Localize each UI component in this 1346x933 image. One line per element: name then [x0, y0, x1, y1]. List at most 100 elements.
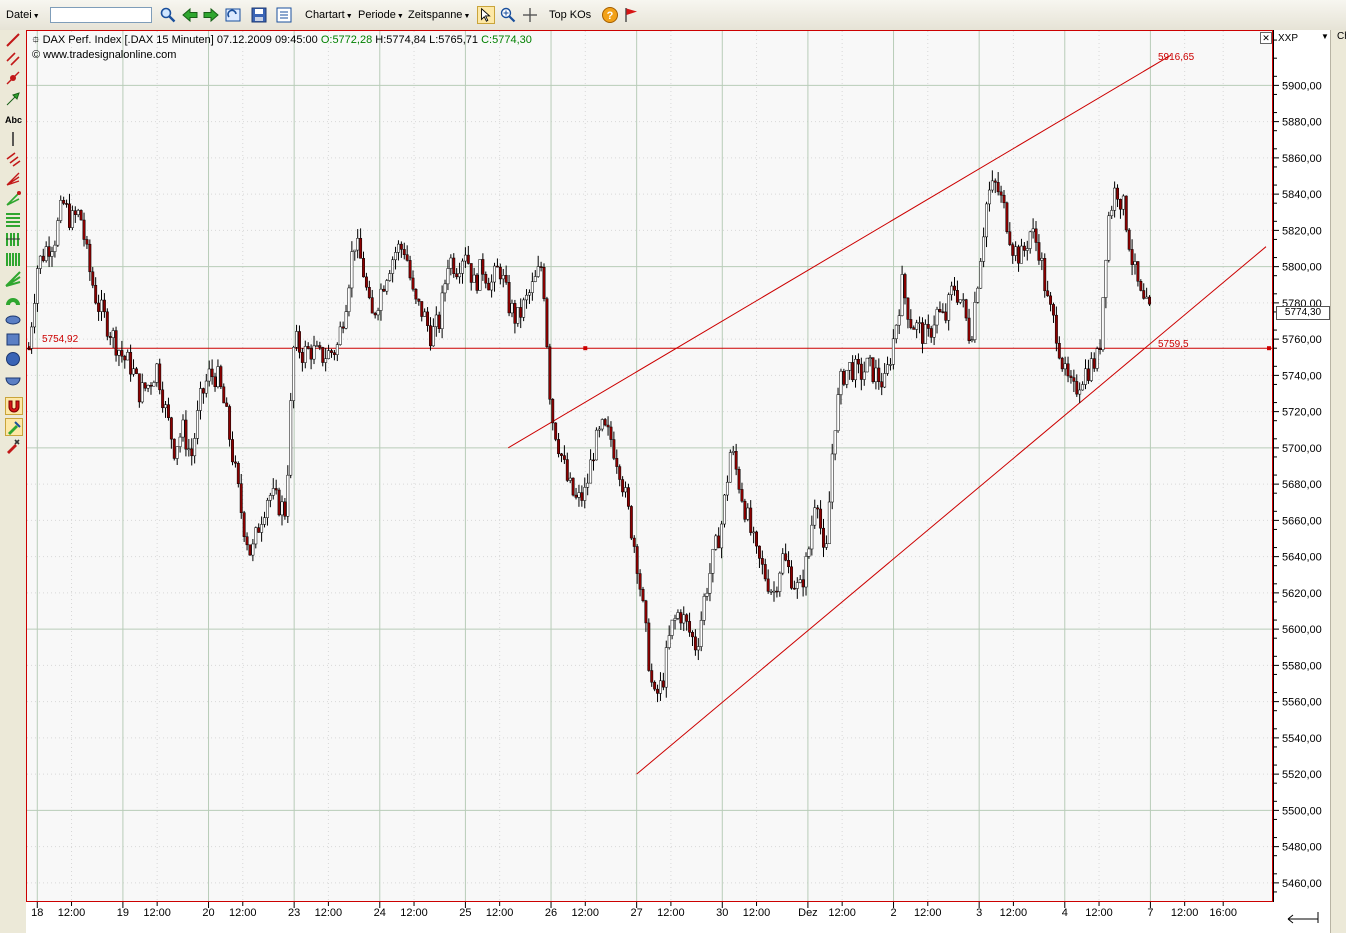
candle [516, 307, 520, 327]
half-circle-tool-icon[interactable] [5, 371, 21, 387]
candle [580, 485, 584, 507]
line-tool-icon[interactable] [5, 32, 21, 48]
candle [344, 304, 348, 330]
flag-icon[interactable] [622, 6, 640, 24]
line-handle[interactable] [1267, 346, 1271, 351]
candle [312, 335, 316, 365]
candle [228, 404, 232, 447]
top-kos-button[interactable]: Top KOs [549, 6, 591, 24]
zoom-in-icon[interactable] [499, 6, 517, 24]
candle [132, 359, 135, 377]
file-menu[interactable]: Datei▼ [6, 6, 40, 24]
gann-tool-icon[interactable] [5, 191, 21, 207]
candle [1130, 239, 1134, 276]
candle [530, 272, 534, 301]
candle [350, 241, 354, 298]
y-tick-label: 5520,00 [1282, 769, 1322, 781]
rectangle-tool-icon[interactable] [5, 331, 21, 347]
parallel-lines-tool-icon[interactable] [5, 51, 21, 67]
candle [1060, 356, 1064, 372]
candle [868, 354, 872, 367]
arc-tool-icon[interactable] [5, 291, 21, 307]
candle [533, 270, 537, 283]
cursor-icon[interactable] [477, 6, 495, 24]
period-menu[interactable]: Periode▼ [358, 6, 404, 24]
x-tick-label: 16:00 [1209, 907, 1237, 919]
y-tick-label: 5540,00 [1282, 733, 1322, 745]
candle [708, 563, 712, 602]
y-tick-label: 5900,00 [1282, 80, 1322, 92]
high-value: H:5774,84 [375, 34, 427, 46]
candle [123, 354, 127, 369]
candle [443, 279, 447, 302]
y-tick-label: 5840,00 [1282, 189, 1322, 201]
candles [27, 170, 1152, 703]
forward-arrow-icon[interactable] [202, 6, 220, 24]
candle [298, 325, 301, 359]
chart-type-menu[interactable]: Chartart▼ [305, 6, 353, 24]
lower-trend-line[interactable] [636, 246, 1267, 775]
fibonacci-tool-icon[interactable] [5, 211, 21, 227]
x-tick-label: 12:00 [743, 907, 771, 919]
circle-tool-icon[interactable] [5, 351, 21, 367]
save-icon[interactable] [250, 6, 268, 24]
price-chart[interactable] [27, 31, 1272, 901]
timespan-menu[interactable]: Zeitspanne▼ [408, 6, 470, 24]
right-panel-label: Ch [1337, 31, 1346, 42]
arrow-tool-icon[interactable] [5, 91, 21, 107]
fibonacci-fan-tool-icon[interactable] [5, 271, 21, 287]
magnet-icon[interactable] [5, 397, 23, 415]
candle [91, 267, 95, 289]
candle [1133, 253, 1137, 275]
candle [27, 342, 31, 350]
candle [1017, 244, 1020, 272]
time-axis[interactable]: 18 12:00 19 12:00 20 12:00 23 12:00 24 12:00 25 12:… [26, 902, 1330, 933]
line-handle[interactable] [583, 346, 588, 351]
candle [102, 293, 106, 318]
candle [501, 268, 505, 288]
draw-mode-icon[interactable] [5, 418, 23, 436]
vertical-line-tool-icon[interactable] [5, 131, 21, 147]
candle [731, 445, 735, 456]
candle [763, 558, 767, 582]
help-icon[interactable]: ? [601, 6, 619, 24]
candle [548, 343, 552, 405]
fibonacci-bars-tool-icon[interactable] [5, 251, 21, 267]
candle [321, 346, 325, 367]
candle [737, 466, 741, 494]
candle [542, 263, 546, 302]
candle [1052, 302, 1055, 323]
price-axis[interactable]: XXP ▼ 5460,00 5480,00 5500,00 5520,00 5540,0… [1273, 30, 1331, 902]
candle [894, 324, 898, 344]
chart-options-icon[interactable]: ⯐ [32, 35, 40, 46]
back-arrow-icon[interactable] [181, 6, 199, 24]
y-tick-label: 5460,00 [1282, 878, 1322, 890]
candle [554, 422, 558, 442]
search-icon[interactable] [159, 6, 177, 24]
point-tool-icon[interactable] [5, 70, 21, 86]
chart-plot-area[interactable]: ⯐ DAX Perf. Index [.DAX 15 Minuten] 07.1… [26, 30, 1273, 902]
crosshair-icon[interactable] [521, 6, 539, 24]
refresh-icon[interactable] [224, 6, 242, 24]
list-icon[interactable] [275, 6, 293, 24]
fan-tool-icon[interactable] [5, 171, 21, 187]
candle [82, 212, 86, 247]
text-tool-icon[interactable]: Abc [5, 112, 22, 128]
candle [1005, 201, 1009, 234]
close-chart-icon[interactable]: ✕ [1260, 32, 1272, 44]
delete-drawings-icon[interactable] [5, 438, 21, 454]
candle [941, 303, 945, 314]
candle [181, 414, 185, 442]
candle [615, 449, 619, 474]
scroll-arrow-icon[interactable] [1286, 910, 1322, 924]
x-tick-label: 12:00 [229, 907, 257, 919]
symbol-input[interactable] [50, 7, 152, 23]
candle [603, 418, 607, 427]
channel-tool-icon[interactable] [5, 151, 21, 167]
ellipse-tool-icon[interactable] [5, 311, 21, 327]
candle [1040, 252, 1044, 271]
candle [396, 240, 400, 261]
fibonacci-time-tool-icon[interactable] [5, 231, 21, 247]
candle [958, 299, 962, 305]
candle [1054, 306, 1058, 352]
